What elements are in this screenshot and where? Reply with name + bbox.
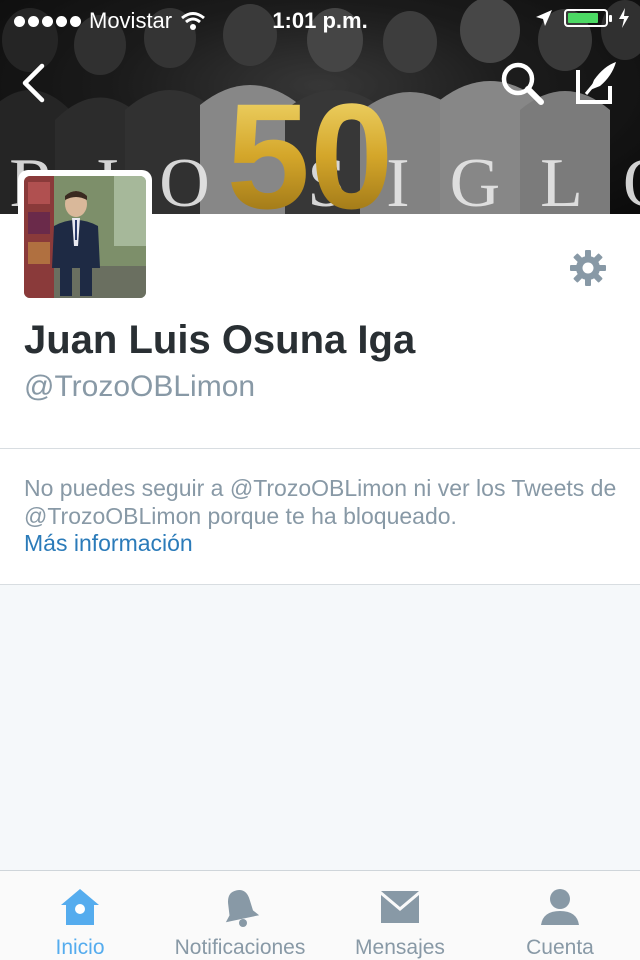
status-bar: Movistar 1:01 p.m. xyxy=(0,0,640,40)
profile-handle: @TrozoOBLimon xyxy=(24,370,256,403)
compose-button[interactable] xyxy=(572,58,622,108)
avatar-photo xyxy=(24,176,146,298)
compose-tweet-icon xyxy=(576,62,616,104)
divider xyxy=(0,584,640,585)
back-button[interactable] xyxy=(8,58,58,108)
more-info-link[interactable]: Más información xyxy=(24,530,193,557)
envelope-icon xyxy=(378,885,422,928)
profile-name: Juan Luis Osuna Iga xyxy=(24,318,416,362)
tab-cuenta[interactable]: Cuenta xyxy=(480,871,640,960)
home-icon xyxy=(58,885,102,928)
location-arrow-icon xyxy=(536,10,552,26)
status-right xyxy=(534,8,630,28)
blocked-message: No puedes seguir a @TrozoOBLimon ni ver … xyxy=(24,475,617,529)
tab-label: Cuenta xyxy=(526,936,594,959)
avatar[interactable] xyxy=(18,170,152,304)
banner-fifty: 50 xyxy=(227,90,394,214)
tab-inicio[interactable]: Inicio xyxy=(0,871,160,960)
svg-text:50: 50 xyxy=(227,90,394,214)
chevron-left-icon xyxy=(22,63,45,103)
charging-bolt-icon xyxy=(619,8,629,28)
tab-bar: Inicio Notificaciones Mensajes Cuenta xyxy=(0,870,640,960)
tab-notificaciones[interactable]: Notificaciones xyxy=(160,871,320,960)
tab-mensajes[interactable]: Mensajes xyxy=(320,871,480,960)
tab-label: Inicio xyxy=(55,936,105,959)
settings-gear-icon[interactable] xyxy=(568,248,608,288)
tab-label: Mensajes xyxy=(355,936,445,959)
search-icon xyxy=(501,62,544,105)
tab-label: Notificaciones xyxy=(174,936,306,959)
bell-icon xyxy=(218,885,262,928)
search-button[interactable] xyxy=(497,58,547,108)
battery-icon xyxy=(564,9,612,27)
person-icon xyxy=(538,885,582,928)
